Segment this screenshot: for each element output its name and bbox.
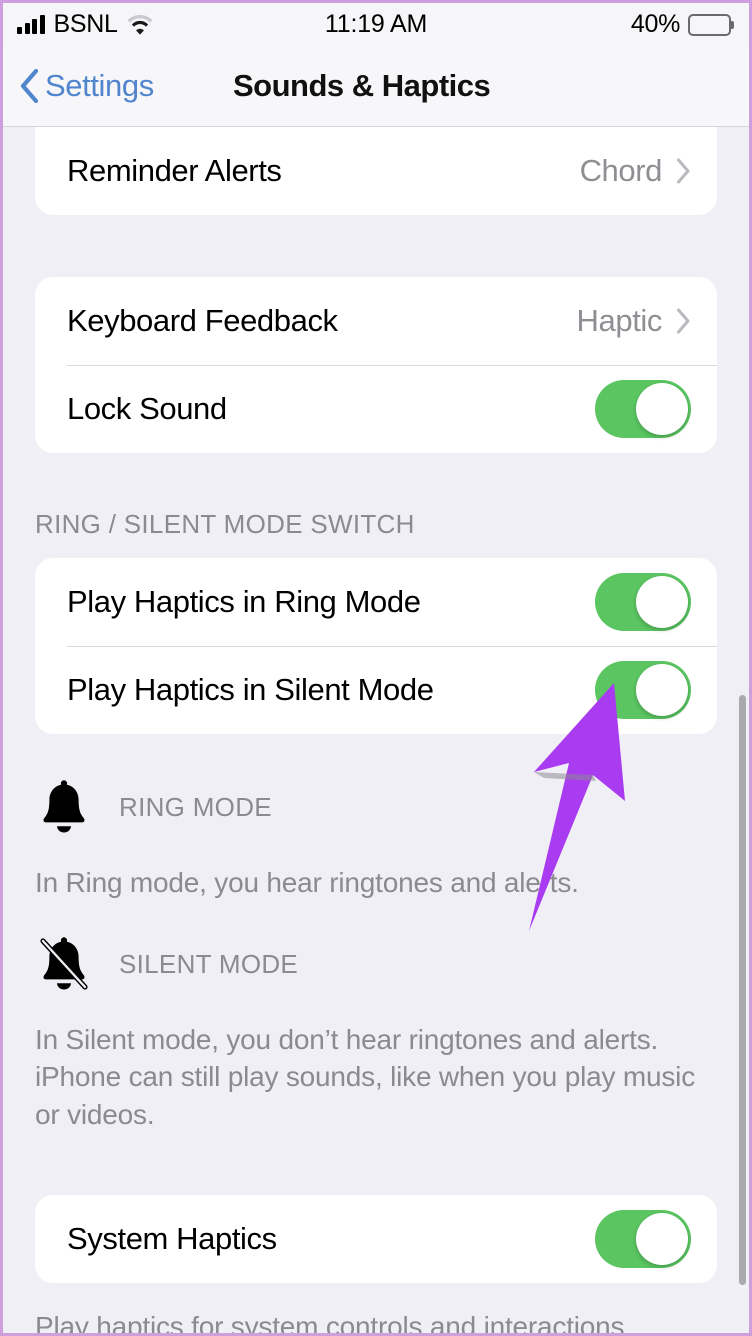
- row-value: Chord: [579, 153, 663, 188]
- row-label: Lock Sound: [67, 391, 227, 426]
- row-lock-sound[interactable]: Lock Sound: [35, 365, 717, 453]
- system-haptics-footer: Play haptics for system controls and int…: [35, 1310, 632, 1333]
- silent-mode-explainer: SILENT MODE In Silent mode, you don’t he…: [3, 935, 749, 1133]
- iphone-screenshot-frame: BSNL 11:19 AM 40% Settings Sounds & Hapt…: [0, 0, 752, 1336]
- silent-mode-title: SILENT MODE: [119, 948, 299, 979]
- row-label: Reminder Alerts: [67, 153, 282, 188]
- row-play-haptics-ring-mode[interactable]: Play Haptics in Ring Mode: [35, 558, 717, 646]
- back-button-label: Settings: [45, 68, 154, 103]
- status-bar: BSNL 11:19 AM 40%: [3, 3, 749, 46]
- row-keyboard-feedback[interactable]: Keyboard Feedback Haptic: [35, 277, 717, 365]
- toggle-knob: [636, 664, 688, 716]
- row-accessory: [595, 1209, 691, 1268]
- row-system-haptics[interactable]: System Haptics: [35, 1195, 717, 1283]
- settings-scroll-view[interactable]: Reminder Alerts Chord Keyboard Feedback …: [3, 127, 749, 1333]
- battery-percent-label: 40%: [630, 10, 680, 38]
- row-accessory: Chord: [580, 153, 691, 189]
- back-button[interactable]: Settings: [19, 68, 154, 104]
- vertical-scrollbar[interactable]: [739, 695, 746, 1285]
- system-haptics-toggle[interactable]: [595, 1209, 691, 1268]
- play-haptics-silent-mode-toggle[interactable]: [595, 661, 691, 719]
- row-accessory: [595, 661, 691, 719]
- ring-mode-description: In Ring mode, you hear ringtones and ale…: [35, 867, 579, 898]
- row-label: Keyboard Feedback: [67, 303, 338, 338]
- ring-mode-title: RING MODE: [119, 791, 272, 822]
- row-accessory: Haptic: [577, 303, 691, 339]
- row-label: Play Haptics in Ring Mode: [67, 584, 421, 619]
- row-reminder-alerts[interactable]: Reminder Alerts Chord: [35, 127, 717, 215]
- carrier-name: BSNL: [53, 10, 118, 38]
- bell-slash-icon: [35, 935, 93, 993]
- system-haptics-group-card: System Haptics: [35, 1194, 717, 1283]
- status-bar-right: 40%: [631, 10, 731, 39]
- chevron-right-icon: [676, 158, 691, 184]
- lock-sound-toggle[interactable]: [595, 380, 691, 438]
- row-label: System Haptics: [67, 1220, 277, 1256]
- ring-mode-heading: RING MODE: [35, 778, 717, 836]
- ring-silent-group-card: Play Haptics in Ring Mode Play Haptics i…: [35, 558, 717, 734]
- row-accessory: [595, 573, 691, 631]
- ring-mode-explainer: RING MODE In Ring mode, you hear rington…: [3, 778, 749, 901]
- keyboard-group-card: Keyboard Feedback Haptic Lock Sound: [35, 277, 717, 453]
- alerts-group-card: Reminder Alerts Chord: [35, 127, 717, 215]
- silent-mode-heading: SILENT MODE: [35, 935, 717, 993]
- bell-icon: [35, 778, 93, 836]
- battery-icon: [688, 13, 731, 36]
- toggle-knob: [636, 1212, 688, 1265]
- navigation-bar: Settings Sounds & Haptics: [3, 46, 749, 127]
- section-header-ring-silent: RING / SILENT MODE SWITCH: [35, 509, 415, 539]
- play-haptics-ring-mode-toggle[interactable]: [595, 573, 691, 631]
- page-title: Sounds & Haptics: [233, 68, 491, 103]
- chevron-right-icon: [676, 308, 691, 334]
- toggle-knob: [636, 383, 688, 435]
- silent-mode-description: In Silent mode, you don’t hear ringtones…: [35, 1024, 695, 1130]
- status-bar-left: BSNL: [17, 10, 153, 39]
- cellular-bars-icon: [17, 15, 45, 34]
- row-accessory: [595, 380, 691, 438]
- toggle-knob: [636, 576, 688, 628]
- wifi-icon: [127, 14, 153, 35]
- chevron-left-icon: [19, 69, 39, 103]
- row-value: Haptic: [576, 303, 663, 338]
- row-play-haptics-silent-mode[interactable]: Play Haptics in Silent Mode: [35, 646, 717, 734]
- row-label: Play Haptics in Silent Mode: [67, 672, 434, 707]
